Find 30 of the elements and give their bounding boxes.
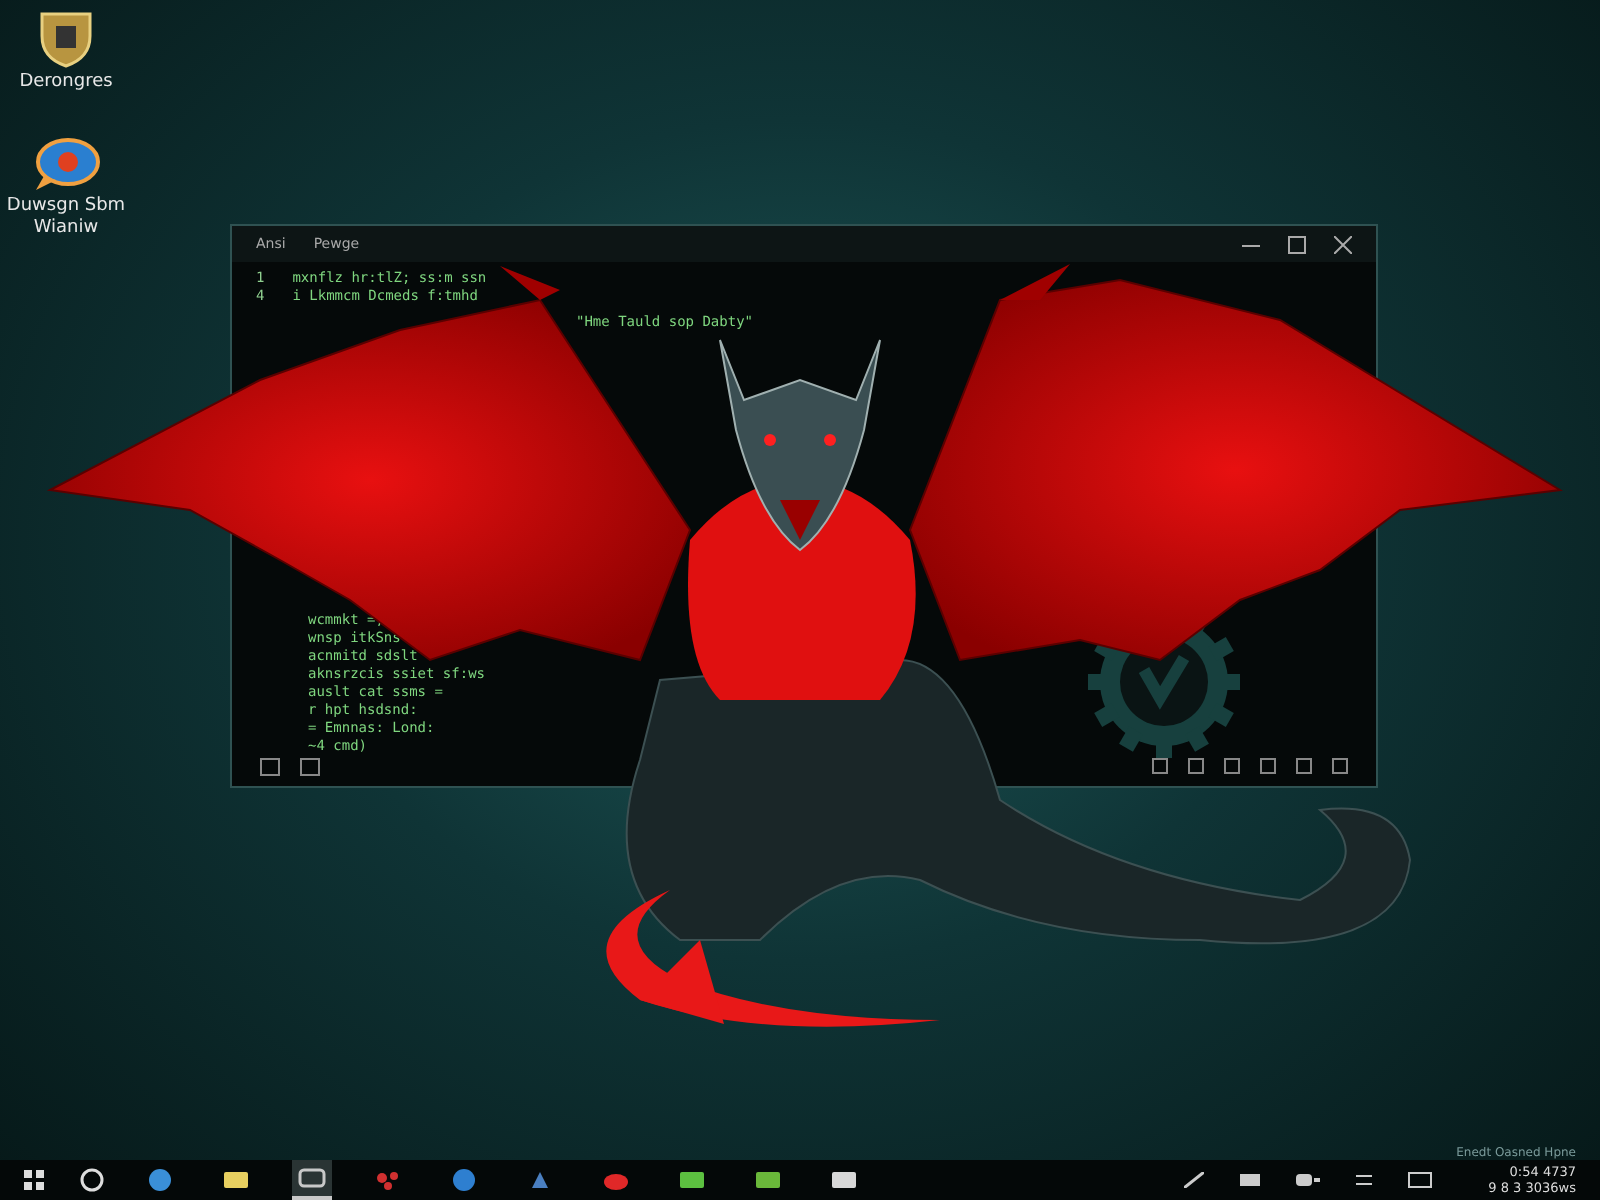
app-icon [754, 1168, 782, 1192]
search-icon[interactable] [80, 1168, 104, 1192]
app-icon [678, 1168, 706, 1192]
status-icon[interactable] [1224, 758, 1240, 774]
keyboard-icon[interactable] [1408, 1172, 1433, 1188]
desktop-icon-label[interactable]: Duwsgn Sbm Wianiw [0, 196, 132, 239]
close-icon[interactable] [1334, 235, 1352, 253]
start-icon[interactable] [24, 1170, 44, 1190]
maximize-icon[interactable] [1288, 235, 1306, 253]
app-icon [374, 1168, 402, 1192]
status-icon[interactable] [1152, 758, 1168, 774]
taskbar-app[interactable] [292, 1160, 332, 1200]
volume-icon[interactable] [1296, 1174, 1321, 1186]
network-icon[interactable] [1356, 1172, 1373, 1188]
status-icon[interactable] [1296, 758, 1312, 774]
app-icon [830, 1168, 858, 1192]
app-icon [450, 1168, 478, 1192]
app-icon [222, 1168, 250, 1192]
app-icon [146, 1168, 174, 1192]
status-icon[interactable] [1188, 758, 1204, 774]
app-icon [298, 1166, 326, 1190]
pen-icon[interactable] [1184, 1172, 1205, 1188]
chat-bubble-icon[interactable] [32, 136, 100, 193]
status-icon[interactable] [1260, 758, 1276, 774]
battery-icon[interactable] [1240, 1174, 1261, 1186]
app-icon [602, 1168, 630, 1192]
desktop-icon-label[interactable]: Derongres [19, 72, 113, 93]
status-icon[interactable] [1332, 758, 1348, 774]
shield-icon[interactable] [38, 8, 94, 68]
app-icon [526, 1168, 554, 1192]
